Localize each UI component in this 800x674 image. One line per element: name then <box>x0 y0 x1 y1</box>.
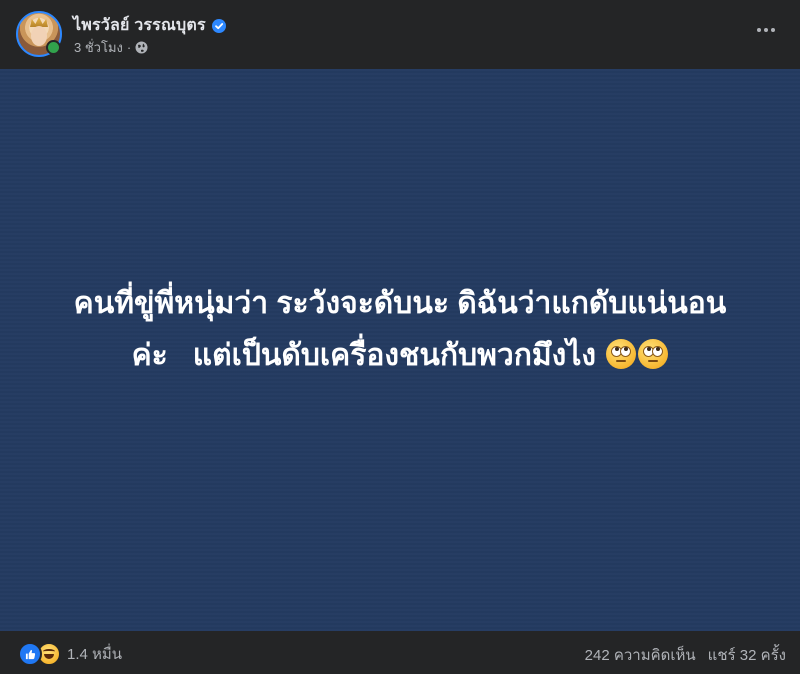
more-options-button[interactable] <box>752 18 780 42</box>
post-text-line: ค่ะ แต่เป็นดับเครื่องชนกับพวกมึงไง <box>131 339 597 372</box>
author-name[interactable]: ไพรวัลย์ วรรณบุตร <box>73 13 206 38</box>
more-dot <box>757 28 761 32</box>
author-avatar[interactable] <box>16 11 62 57</box>
meta-separator: · <box>126 40 132 55</box>
post-text: คนที่ขู่พี่หนุ่มว่า ระวังจะดับนะ ดิฉันว่… <box>30 278 770 382</box>
face-with-rolling-eyes-icon <box>606 339 637 369</box>
post-text-line-with-emoji: ค่ะ แต่เป็นดับเครื่องชนกับพวกมึงไง <box>30 330 770 382</box>
author-name-row: ไพรวัลย์ วรรณบุตร <box>73 13 226 38</box>
reaction-count: 1.4 หมื่น <box>67 646 123 663</box>
more-dot <box>771 28 775 32</box>
comments-count-link[interactable]: 242 ความคิดเห็น <box>585 643 696 667</box>
globe-icon[interactable] <box>135 41 148 54</box>
like-icon <box>18 642 42 666</box>
post-text-line: คนที่ขู่พี่หนุ่มว่า ระวังจะดับนะ ดิฉันว่… <box>73 287 727 320</box>
post-footer: 1.4 หมื่น 242 ความคิดเห็น แชร์ 32 ครั้ง <box>0 631 800 674</box>
avatar-face-shape <box>31 26 47 46</box>
post-content-background: คนที่ขู่พี่หนุ่มว่า ระวังจะดับนะ ดิฉันว่… <box>0 69 800 631</box>
reactions-summary[interactable]: 1.4 หมื่น <box>18 642 122 666</box>
online-status-dot <box>46 40 61 55</box>
post-stats: 242 ความคิดเห็น แชร์ 32 ครั้ง <box>585 643 786 667</box>
more-dot <box>764 28 768 32</box>
face-with-rolling-eyes-icon <box>638 339 669 369</box>
facebook-post: ไพรวัลย์ วรรณบุตร 3 ชั่วโมง · คนที่ขู่พี… <box>0 0 800 674</box>
post-header: ไพรวัลย์ วรรณบุตร 3 ชั่วโมง · <box>0 0 800 69</box>
post-timestamp[interactable]: 3 ชั่วโมง <box>74 37 123 58</box>
post-meta: 3 ชั่วโมง · <box>74 37 148 58</box>
verified-badge-icon <box>211 18 226 33</box>
shares-count-link[interactable]: แชร์ 32 ครั้ง <box>708 643 786 667</box>
